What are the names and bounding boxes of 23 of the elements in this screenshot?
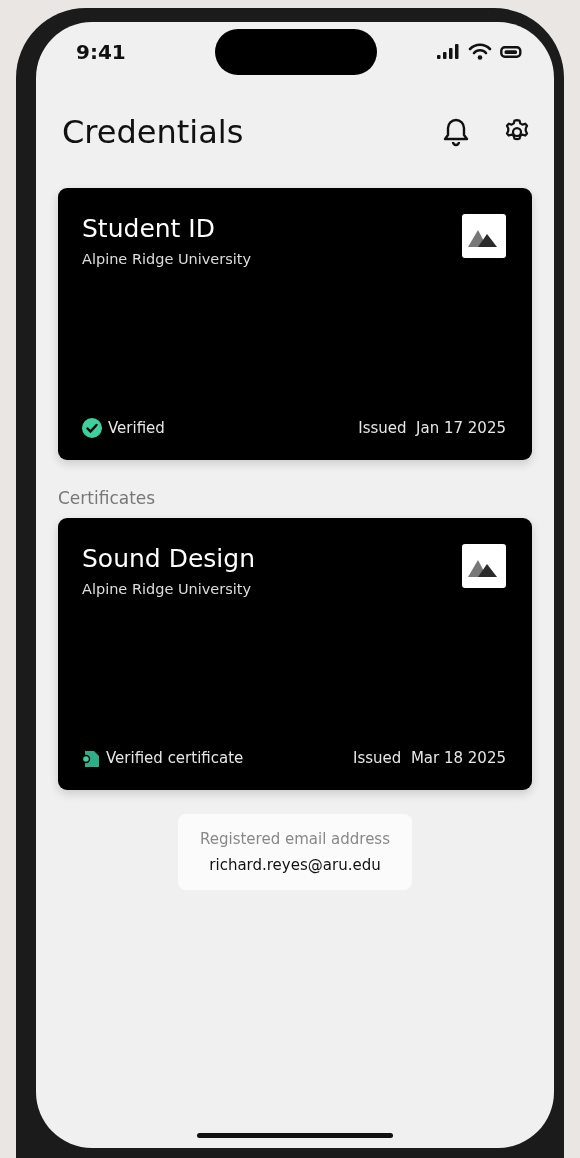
notifications-icon[interactable] [442,117,470,147]
issued-date: Issued Jan 17 2025 [358,419,506,437]
card-issuer: Alpine Ridge University [82,251,252,267]
verification-status: Verified certificate [106,749,244,767]
credential-card[interactable]: Sound Design Alpine Ridge University Verified certificate Issued Mar 18 2025 [58,518,532,790]
page-title: Credentials [62,113,244,151]
credential-card[interactable]: Student ID Alpine Ridge University Verified Issued Jan 17 2025 [58,188,532,460]
email-label: Registered email address [200,830,390,848]
battery-icon [500,45,522,59]
certificate-icon [82,748,100,768]
card-issuer: Alpine Ridge University [82,581,253,597]
verification-status: Verified [108,419,165,437]
section-heading: Certificates [58,488,157,508]
status-time: 9:41 [76,40,126,64]
card-title: Student ID [82,214,216,243]
check-icon [82,418,102,438]
mountain-logo-icon [462,544,506,588]
issued-date: Issued Mar 18 2025 [353,749,506,767]
mountain-logo-icon [462,214,506,258]
signal-icon [436,44,460,60]
card-title: Sound Design [82,544,255,573]
wifi-icon [468,43,492,61]
email-address: richard.reyes@aru.edu [209,856,381,874]
